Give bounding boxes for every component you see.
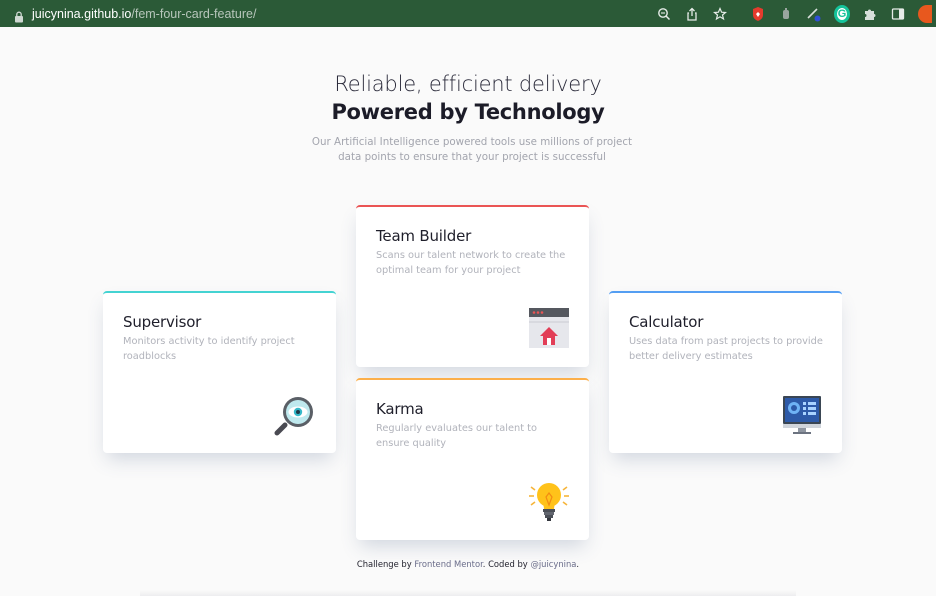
toolbar-icons: G	[650, 4, 932, 23]
footer-suffix: .	[576, 559, 580, 569]
share-icon[interactable]	[684, 6, 700, 22]
card-title: Calculator	[629, 313, 704, 331]
extension-red-icon[interactable]	[750, 6, 766, 22]
magnifier-eye-icon	[274, 392, 318, 436]
side-panel-icon[interactable]	[890, 6, 906, 22]
lightbulb-icon	[527, 479, 571, 523]
grammarly-icon[interactable]: G	[834, 4, 850, 23]
card-supervisor: Supervisor Monitors activity to identify…	[103, 291, 336, 453]
author-link[interactable]: @juicynina	[530, 559, 576, 569]
url-text[interactable]: juicynina.github.io/fem-four-card-featur…	[32, 7, 256, 21]
extension-pen-icon[interactable]	[806, 6, 822, 22]
url-path: /fem-four-card-feature/	[131, 6, 257, 21]
card-description: Regularly evaluates our talent to ensure…	[376, 423, 537, 449]
profile-avatar[interactable]	[918, 4, 932, 23]
card-title: Supervisor	[123, 313, 202, 331]
card-karma: Karma Regularly evaluates our talent to …	[356, 378, 589, 540]
card-description: Uses data from past projects to provide …	[629, 336, 823, 362]
card-title: Team Builder	[376, 227, 472, 245]
browser-home-icon	[527, 306, 571, 350]
page-content: Reliable, efficient delivery Powered by …	[0, 27, 936, 596]
url-host: juicynina.github.io	[32, 6, 132, 21]
browser-toolbar: juicynina.github.io/fem-four-card-featur…	[0, 0, 936, 27]
hero-title-light: Reliable, efficient delivery	[334, 72, 602, 96]
card-description: Monitors activity to identify project ro…	[123, 336, 295, 362]
bottom-shadow	[140, 590, 796, 596]
zoom-icon[interactable]	[656, 6, 672, 22]
footer-prefix: Challenge by	[356, 559, 415, 569]
hero-title-bold: Powered by Technology	[331, 100, 605, 124]
puzzle-icon[interactable]	[862, 6, 878, 22]
lock-icon[interactable]	[14, 8, 24, 22]
footer-attribution: Challenge by Frontend Mentor. Coded by @…	[0, 559, 936, 569]
frontend-mentor-link[interactable]: Frontend Mentor	[414, 559, 482, 569]
extension-gray-icon[interactable]	[778, 6, 794, 22]
card-calculator: Calculator Uses data from past projects …	[609, 291, 842, 453]
bookmark-star-icon[interactable]	[712, 6, 728, 22]
card-team-builder: Team Builder Scans our talent network to…	[356, 205, 589, 367]
monitor-dashboard-icon	[780, 392, 824, 436]
card-description: Scans our talent network to create the o…	[376, 250, 566, 276]
footer-middle: . Coded by	[482, 559, 531, 569]
address-bar[interactable]: juicynina.github.io/fem-four-card-featur…	[8, 3, 650, 24]
card-title: Karma	[376, 400, 424, 418]
hero-description: Our Artificial Intelligence powered tool…	[311, 136, 633, 163]
